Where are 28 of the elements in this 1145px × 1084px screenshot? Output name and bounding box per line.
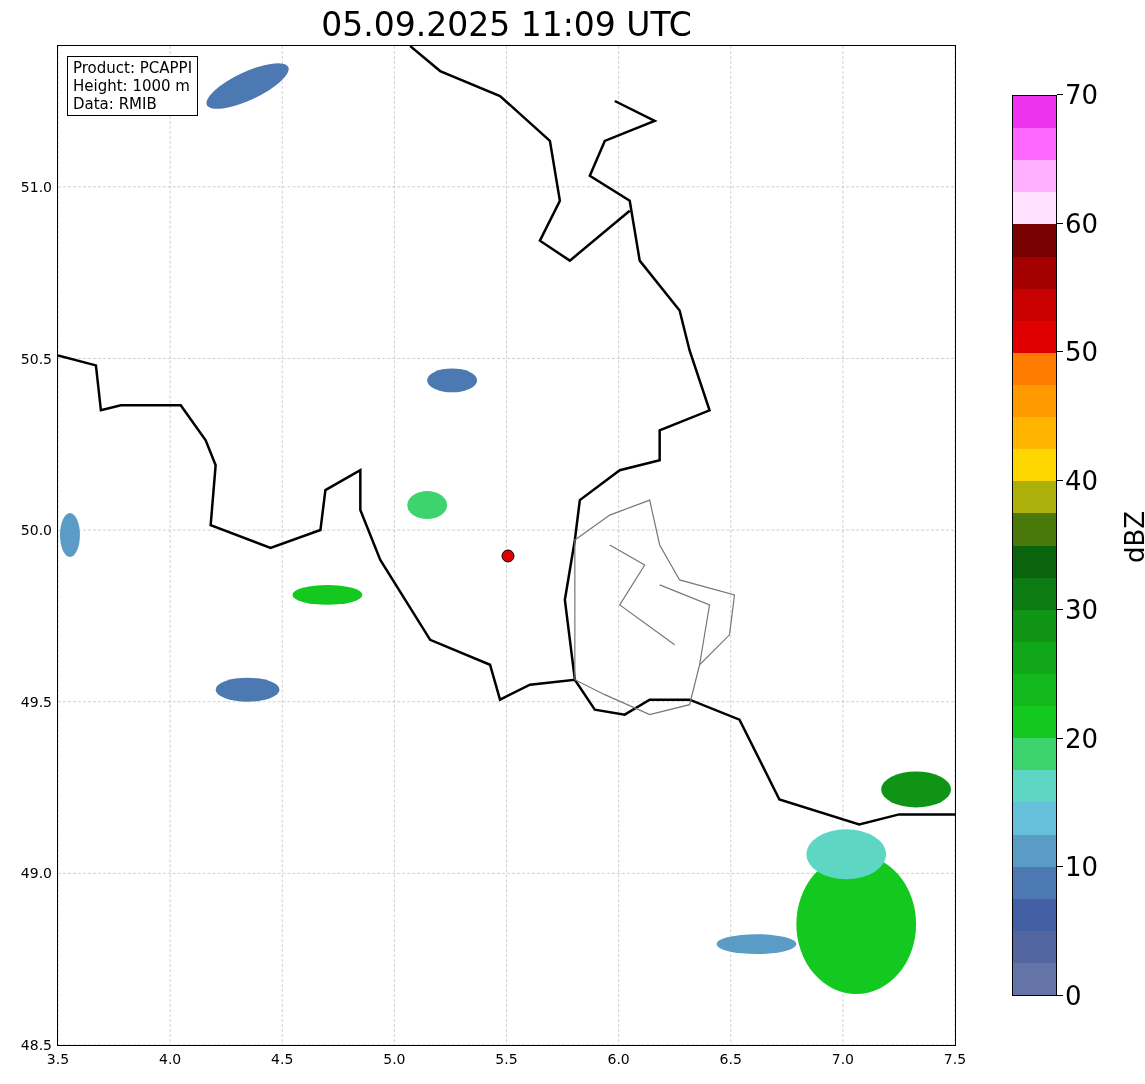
axis-tick-label: 5.5 xyxy=(495,1051,518,1067)
axis-tick-label: 4.0 xyxy=(159,1051,182,1067)
axis-tick-label: 7.5 xyxy=(943,1051,967,1067)
axis-tick-label: 6.5 xyxy=(719,1051,742,1067)
scale-tick-label: 10 xyxy=(1065,853,1099,882)
axis-tick-label: 48.5 xyxy=(20,1037,52,1053)
scale-tick-label: 60 xyxy=(1065,209,1099,238)
scale-tick-label: 20 xyxy=(1065,724,1099,753)
scale-tick-label: 40 xyxy=(1065,467,1099,496)
chart-title: 05.09.2025 11:09 UTC xyxy=(321,5,692,45)
axis-tick-label: 4.5 xyxy=(271,1051,294,1067)
info-text: Height: 1000 m xyxy=(73,77,191,95)
scale-label: dBZ xyxy=(1120,510,1145,563)
scale-tick-label: 30 xyxy=(1065,595,1099,624)
axis-tick-label: 3.5 xyxy=(46,1051,70,1067)
info-text: Product: PCAPPI xyxy=(73,59,193,77)
axis-tick-label: 50.0 xyxy=(20,522,52,539)
scale-tick-label: 0 xyxy=(1065,982,1082,1010)
axis-tick-label: 7.0 xyxy=(831,1051,854,1067)
info-text: Data: RMIB xyxy=(73,95,158,113)
axis-tick-label: 49.0 xyxy=(20,865,52,882)
axis-tick-label: 50.5 xyxy=(20,350,52,367)
axis-tick-label: 51.0 xyxy=(20,178,52,195)
scale-tick-label: 70 xyxy=(1065,81,1099,109)
scale-tick-label: 50 xyxy=(1065,338,1099,367)
axis-tick-label: 49.5 xyxy=(20,693,52,710)
axis-tick-label: 6.0 xyxy=(607,1051,630,1067)
axis-tick-label: 5.0 xyxy=(383,1051,406,1067)
